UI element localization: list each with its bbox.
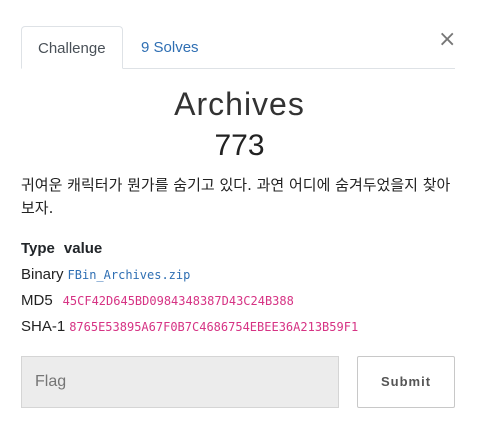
file-row-sha1: SHA-1 8765E53895A67F0B7C4686754EBEE36A213…: [21, 314, 358, 340]
md5-hash: 45CF42D645BD0984348387D43C24B388: [62, 294, 294, 308]
challenge-description: 귀여운 캐릭터가 뭔가를 숨기고 있다. 과연 어디에 숨겨두었을지 찾아보자.: [21, 176, 451, 217]
tab-challenge[interactable]: Challenge: [21, 26, 123, 69]
file-table-header: Type value: [21, 240, 358, 262]
file-type-label: SHA-1: [21, 318, 66, 335]
submit-button[interactable]: Submit: [357, 356, 455, 408]
file-type-label: Binary: [21, 266, 64, 283]
challenge-points: 773: [214, 129, 265, 162]
sha1-hash: 8765E53895A67F0B7C4686754EBEE36A213B59F1: [69, 320, 359, 334]
close-icon[interactable]: ×: [438, 28, 456, 52]
flag-input[interactable]: [21, 356, 339, 408]
tab-solves[interactable]: 9 Solves: [125, 26, 215, 68]
challenge-tabs: Challenge 9 Solves: [21, 26, 455, 69]
header-type: Type: [21, 240, 55, 257]
download-link[interactable]: FBin_Archives.zip: [68, 268, 191, 282]
file-info-table: Type value Binary FBin_Archives.zip MD5 45C…: [21, 240, 358, 340]
file-row-md5: MD5 45CF42D645BD0984348387D43C24B388: [21, 288, 358, 314]
header-value: value: [63, 240, 103, 257]
file-row-binary: Binary FBin_Archives.zip: [21, 262, 358, 288]
challenge-title: Archives: [174, 86, 305, 122]
file-type-label: MD5: [21, 292, 53, 309]
